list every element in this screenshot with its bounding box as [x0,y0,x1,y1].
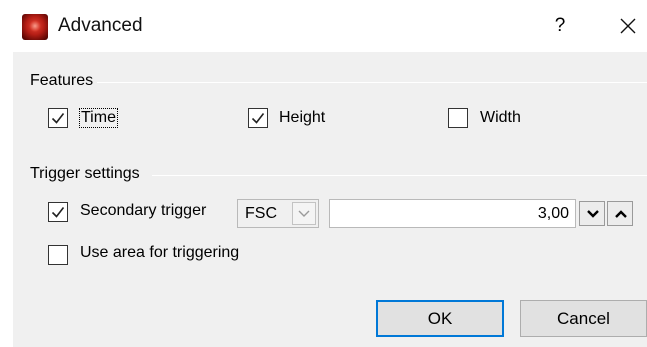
trigger-group-label: Trigger settings [30,165,144,183]
threshold-increment-button[interactable] [607,201,633,226]
height-label: Height [279,109,326,126]
trigger-threshold-input[interactable]: 3,00 [329,199,576,228]
close-icon [620,18,636,34]
title-bar: Advanced ? [0,0,647,52]
width-label: Width [480,109,521,126]
window-title: Advanced [58,15,143,36]
cancel-button[interactable]: Cancel [520,300,647,337]
features-group-divider [97,82,647,83]
help-button[interactable]: ? [546,8,574,44]
checkmark-icon [51,113,65,124]
checkmark-icon [51,207,65,218]
use-area-label: Use area for triggering [80,244,240,261]
secondary-trigger-label: Secondary trigger [80,202,207,219]
checkmark-icon [251,113,265,124]
ok-button[interactable]: OK [376,300,504,337]
trigger-channel-value: FSC [245,205,277,222]
trigger-group-divider [152,175,647,176]
chevron-up-icon [615,210,627,218]
chevron-down-icon [587,210,599,218]
trigger-channel-dropdown-button[interactable] [292,202,316,225]
threshold-decrement-button[interactable] [579,201,605,226]
secondary-trigger-checkbox[interactable] [48,202,68,222]
time-label: Time [79,108,118,128]
features-group-label: Features [30,72,98,90]
app-logo-icon [22,14,48,40]
trigger-channel-select[interactable]: FSC [237,199,319,228]
close-button[interactable] [612,8,642,44]
trigger-threshold-value: 3,00 [537,205,569,222]
chevron-down-icon [298,210,310,217]
time-checkbox[interactable] [48,108,68,128]
width-checkbox[interactable] [448,108,468,128]
height-checkbox[interactable] [248,108,268,128]
use-area-checkbox[interactable] [48,245,68,265]
